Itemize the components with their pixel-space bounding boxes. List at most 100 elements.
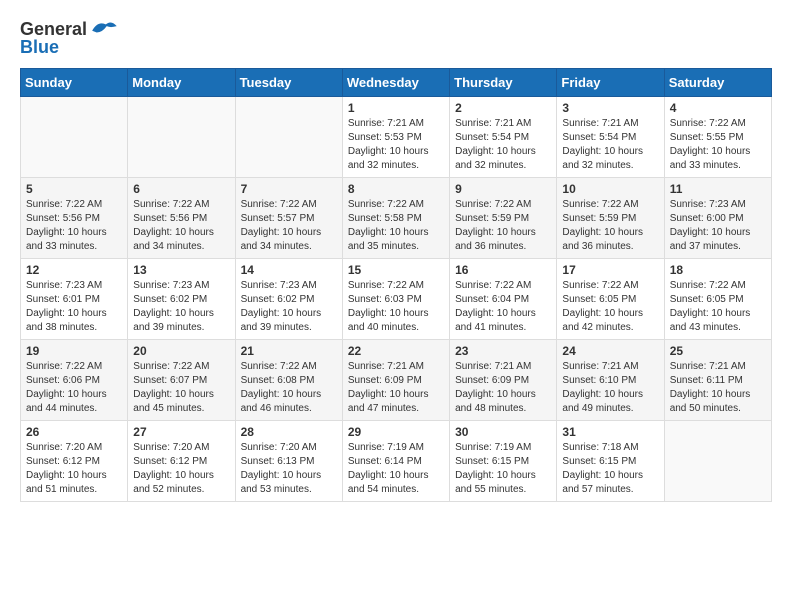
calendar-cell: 14 Sunrise: 7:23 AM Sunset: 6:02 PM Dayli…	[235, 258, 342, 339]
day-info: Sunrise: 7:22 AM Sunset: 5:57 PM Dayligh…	[241, 198, 337, 254]
day-info: Sunrise: 7:21 AM Sunset: 5:54 PM Dayligh…	[562, 117, 658, 173]
day-number: 23	[455, 344, 551, 358]
calendar-week-row: 19 Sunrise: 7:22 AM Sunset: 6:06 PM Dayli…	[21, 339, 772, 420]
day-number: 24	[562, 344, 658, 358]
day-info: Sunrise: 7:22 AM Sunset: 6:06 PM Dayligh…	[26, 360, 122, 416]
day-info: Sunrise: 7:21 AM Sunset: 5:53 PM Dayligh…	[348, 117, 444, 173]
day-number: 12	[26, 263, 122, 277]
calendar-cell: 8 Sunrise: 7:22 AM Sunset: 5:58 PM Daylig…	[342, 177, 449, 258]
calendar-cell: 12 Sunrise: 7:23 AM Sunset: 6:01 PM Dayli…	[21, 258, 128, 339]
day-number: 31	[562, 425, 658, 439]
day-number: 25	[670, 344, 766, 358]
calendar-cell: 22Sunrise: 7:21 AM Sunset: 6:09 PM Dayli…	[342, 339, 449, 420]
calendar-cell: 25 Sunrise: 7:21 AM Sunset: 6:11 PM Dayli…	[664, 339, 771, 420]
day-info: Sunrise: 7:22 AM Sunset: 5:59 PM Dayligh…	[562, 198, 658, 254]
calendar-cell	[21, 96, 128, 177]
calendar-cell: 1 Sunrise: 7:21 AM Sunset: 5:53 PM Daylig…	[342, 96, 449, 177]
day-info: Sunrise: 7:22 AM Sunset: 6:04 PM Dayligh…	[455, 279, 551, 335]
day-info: Sunrise: 7:18 AM Sunset: 6:15 PM Dayligh…	[562, 441, 658, 497]
day-number: 16	[455, 263, 551, 277]
day-number: 15	[348, 263, 444, 277]
calendar-cell: 28 Sunrise: 7:20 AM Sunset: 6:13 PM Dayli…	[235, 420, 342, 501]
day-info: Sunrise: 7:22 AM Sunset: 6:05 PM Dayligh…	[562, 279, 658, 335]
day-info: Sunrise: 7:23 AM Sunset: 6:02 PM Dayligh…	[133, 279, 229, 335]
day-number: 19	[26, 344, 122, 358]
day-number: 27	[133, 425, 229, 439]
calendar-cell: 6 Sunrise: 7:22 AM Sunset: 5:56 PM Daylig…	[128, 177, 235, 258]
calendar-cell: 16 Sunrise: 7:22 AM Sunset: 6:04 PM Dayli…	[450, 258, 557, 339]
weekday-header-wednesday: Wednesday	[342, 68, 449, 96]
day-info: Sunrise: 7:22 AM Sunset: 5:55 PM Dayligh…	[670, 117, 766, 173]
calendar-week-row: 12 Sunrise: 7:23 AM Sunset: 6:01 PM Dayli…	[21, 258, 772, 339]
day-number: 3	[562, 101, 658, 115]
calendar-cell: 17 Sunrise: 7:22 AM Sunset: 6:05 PM Dayli…	[557, 258, 664, 339]
day-number: 8	[348, 182, 444, 196]
day-number: 9	[455, 182, 551, 196]
day-number: 6	[133, 182, 229, 196]
page-header: General Blue	[20, 20, 772, 58]
day-info: Sunrise: 7:22 AM Sunset: 5:59 PM Dayligh…	[455, 198, 551, 254]
day-info: Sunrise: 7:20 AM Sunset: 6:13 PM Dayligh…	[241, 441, 337, 497]
calendar-cell: 11 Sunrise: 7:23 AM Sunset: 6:00 PM Dayli…	[664, 177, 771, 258]
calendar-cell: 15 Sunrise: 7:22 AM Sunset: 6:03 PM Dayli…	[342, 258, 449, 339]
day-info: Sunrise: 7:21 AM Sunset: 6:09 PM Dayligh…	[455, 360, 551, 416]
day-info: Sunrise: 7:22 AM Sunset: 5:56 PM Dayligh…	[133, 198, 229, 254]
weekday-header-monday: Monday	[128, 68, 235, 96]
calendar-cell: 26Sunrise: 7:20 AM Sunset: 6:12 PM Dayli…	[21, 420, 128, 501]
calendar-cell: 5Sunrise: 7:22 AM Sunset: 5:56 PM Daylig…	[21, 177, 128, 258]
day-info: Sunrise: 7:23 AM Sunset: 6:01 PM Dayligh…	[26, 279, 122, 335]
day-number: 18	[670, 263, 766, 277]
day-info: Sunrise: 7:22 AM Sunset: 6:03 PM Dayligh…	[348, 279, 444, 335]
logo-blue: Blue	[20, 38, 59, 58]
day-info: Sunrise: 7:22 AM Sunset: 5:58 PM Dayligh…	[348, 198, 444, 254]
day-info: Sunrise: 7:21 AM Sunset: 6:11 PM Dayligh…	[670, 360, 766, 416]
calendar-cell: 10 Sunrise: 7:22 AM Sunset: 5:59 PM Dayli…	[557, 177, 664, 258]
calendar-cell: 30Sunrise: 7:19 AM Sunset: 6:15 PM Dayli…	[450, 420, 557, 501]
calendar-cell	[235, 96, 342, 177]
calendar-week-row: 5 Sunrise: 7:22 AM Sunset: 5:56 PM Daylig…	[21, 177, 772, 258]
day-number: 1	[348, 101, 444, 115]
logo-bird-icon	[90, 18, 118, 38]
day-number: 14	[241, 263, 337, 277]
calendar-cell: 23 Sunrise: 7:21 AM Sunset: 6:09 PM Dayli…	[450, 339, 557, 420]
day-info: Sunrise: 7:20 AM Sunset: 6:12 PM Dayligh…	[133, 441, 229, 497]
calendar-cell: 31 Sunrise: 7:18 AM Sunset: 6:15 PM Dayli…	[557, 420, 664, 501]
calendar-cell: 19 Sunrise: 7:22 AM Sunset: 6:06 PM Dayli…	[21, 339, 128, 420]
day-number: 10	[562, 182, 658, 196]
day-number: 29	[348, 425, 444, 439]
day-info: Sunrise: 7:23 AM Sunset: 6:02 PM Dayligh…	[241, 279, 337, 335]
logo: General Blue	[20, 20, 118, 58]
day-number: 17	[562, 263, 658, 277]
day-number: 30	[455, 425, 551, 439]
day-number: 20	[133, 344, 229, 358]
calendar-cell: 3 Sunrise: 7:21 AM Sunset: 5:54 PM Daylig…	[557, 96, 664, 177]
calendar-week-row: 26 Sunrise: 7:20 AM Sunset: 6:12 PM Dayli…	[21, 420, 772, 501]
calendar-cell: 2Sunrise: 7:21 AM Sunset: 5:54 PM Daylig…	[450, 96, 557, 177]
calendar-week-row: 1 Sunrise: 7:21 AM Sunset: 5:53 PM Daylig…	[21, 96, 772, 177]
calendar-table: SundayMondayTuesdayWednesdayThursdayFrid…	[20, 68, 772, 502]
calendar-cell: 24 Sunrise: 7:21 AM Sunset: 6:10 PM Dayli…	[557, 339, 664, 420]
day-number: 2	[455, 101, 551, 115]
day-number: 4	[670, 101, 766, 115]
day-number: 21	[241, 344, 337, 358]
day-info: Sunrise: 7:22 AM Sunset: 6:05 PM Dayligh…	[670, 279, 766, 335]
day-number: 11	[670, 182, 766, 196]
day-number: 26	[26, 425, 122, 439]
day-info: Sunrise: 7:22 AM Sunset: 6:08 PM Dayligh…	[241, 360, 337, 416]
calendar-cell: 27 Sunrise: 7:20 AM Sunset: 6:12 PM Dayli…	[128, 420, 235, 501]
day-info: Sunrise: 7:23 AM Sunset: 6:00 PM Dayligh…	[670, 198, 766, 254]
calendar-cell: 20 Sunrise: 7:22 AM Sunset: 6:07 PM Dayli…	[128, 339, 235, 420]
weekday-header-saturday: Saturday	[664, 68, 771, 96]
calendar-cell: 29Sunrise: 7:19 AM Sunset: 6:14 PM Dayli…	[342, 420, 449, 501]
weekday-header-row: SundayMondayTuesdayWednesdayThursdayFrid…	[21, 68, 772, 96]
weekday-header-tuesday: Tuesday	[235, 68, 342, 96]
calendar-cell	[128, 96, 235, 177]
day-info: Sunrise: 7:22 AM Sunset: 6:07 PM Dayligh…	[133, 360, 229, 416]
calendar-cell: 18 Sunrise: 7:22 AM Sunset: 6:05 PM Dayli…	[664, 258, 771, 339]
day-info: Sunrise: 7:21 AM Sunset: 6:10 PM Dayligh…	[562, 360, 658, 416]
day-number: 28	[241, 425, 337, 439]
day-number: 7	[241, 182, 337, 196]
weekday-header-thursday: Thursday	[450, 68, 557, 96]
calendar-cell: 9 Sunrise: 7:22 AM Sunset: 5:59 PM Daylig…	[450, 177, 557, 258]
day-number: 5	[26, 182, 122, 196]
